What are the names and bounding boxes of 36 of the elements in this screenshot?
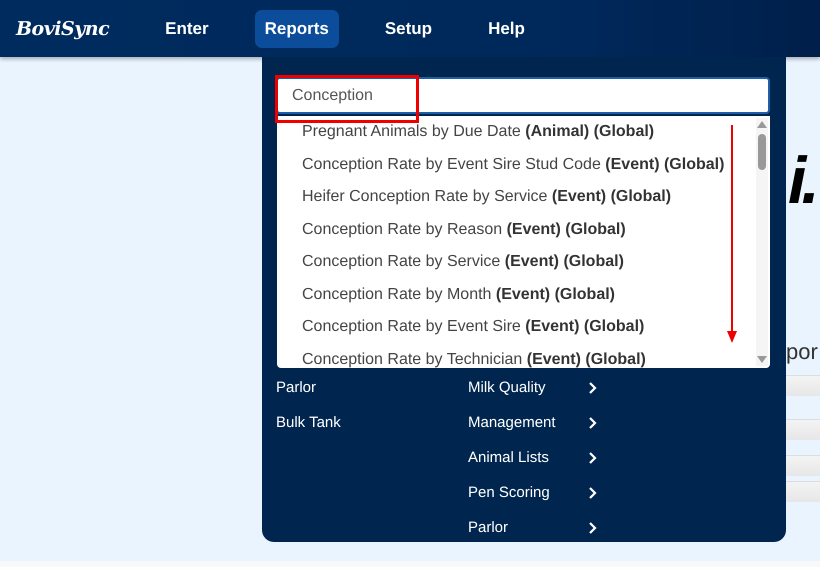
result-item[interactable]: Conception Rate by Technician (Event) (Global)	[277, 344, 770, 368]
menu-item[interactable]: Animal Lists	[468, 440, 598, 475]
chevron-right-icon	[588, 416, 598, 428]
result-item[interactable]: Conception Rate by Month (Event) (Global)	[277, 278, 770, 311]
page-text: por	[786, 339, 818, 365]
result-item[interactable]: Conception Rate by Reason (Event) (Global)	[277, 214, 770, 246]
chevron-right-icon	[588, 486, 598, 498]
menu-item[interactable]: Pen Scoring	[468, 475, 598, 510]
nav-tab[interactable]: Setup	[374, 10, 442, 48]
search-field[interactable]: Conception	[276, 77, 770, 114]
heading-text: i.	[788, 147, 815, 213]
table-row-background	[786, 455, 820, 476]
nav-tab[interactable]: Enter	[155, 10, 219, 48]
nav-tab[interactable]: Reports	[254, 10, 339, 48]
table-row-background	[786, 481, 820, 502]
table-row-background	[786, 375, 820, 396]
result-item[interactable]: Heifer Conception Rate by Service (Event) (Global)	[277, 181, 770, 214]
result-item[interactable]: Conception Rate by Event Sire (Event) (Global)	[277, 311, 770, 344]
menu-item[interactable]: Milk Quality	[468, 370, 598, 405]
result-item[interactable]: Conception Rate by Service (Event) (Global)	[277, 246, 770, 278]
chevron-right-icon	[588, 452, 598, 464]
menu-item[interactable]: Parlor	[468, 510, 598, 545]
result-item[interactable]: Conception Rate by Event Sire Stud Code (Event) (Global)	[277, 148, 770, 181]
scroll-down-icon[interactable]	[757, 356, 767, 363]
scroll-up-icon[interactable]	[757, 121, 767, 128]
scroll-thumb[interactable]	[758, 134, 766, 170]
chevron-right-icon	[588, 382, 598, 394]
table-row-background	[786, 419, 820, 440]
result-item[interactable]: Pregnant Animals by Due Date (Animal) (Global)	[277, 116, 770, 148]
chevron-right-icon	[588, 522, 598, 534]
nav-tab[interactable]: Help	[478, 10, 535, 48]
logo: BoviSync	[16, 18, 110, 40]
menu-item[interactable]: Bulk Tank	[276, 405, 406, 440]
scrollbar[interactable]	[756, 118, 768, 366]
menu-item[interactable]: Management	[468, 405, 598, 440]
menu-item[interactable]: Parlor	[276, 370, 406, 405]
